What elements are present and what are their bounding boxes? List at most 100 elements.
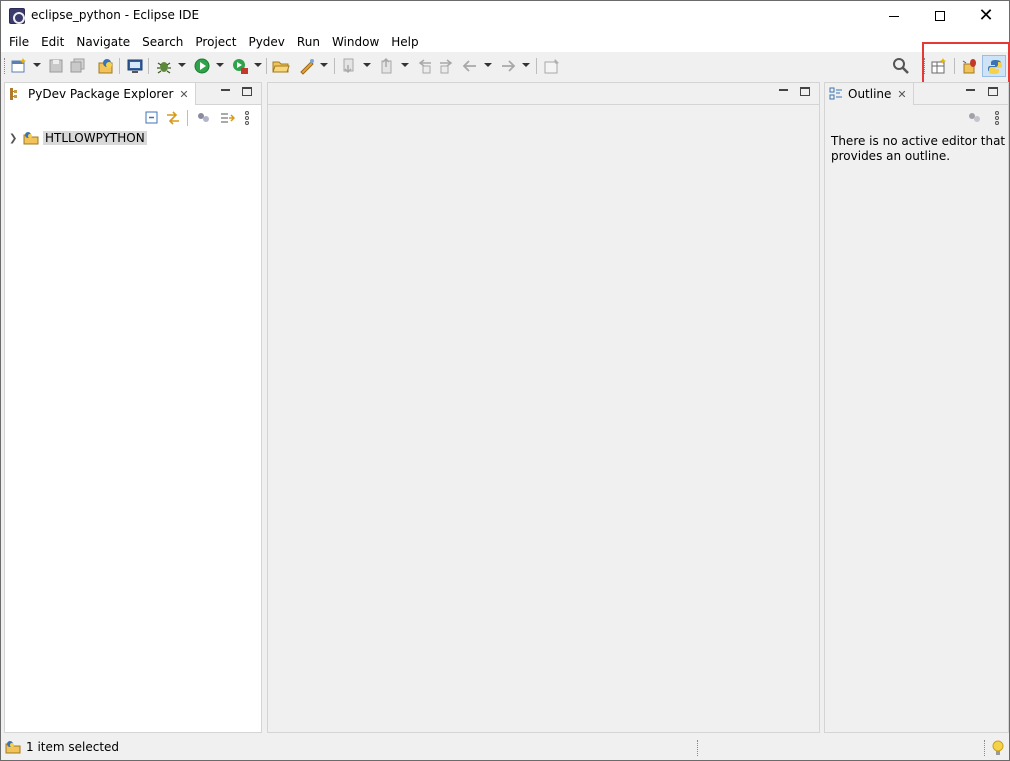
menu-window[interactable]: Window — [326, 35, 385, 49]
outline-empty-message: There is no active editor that provides … — [831, 134, 1006, 163]
open-folder-icon[interactable] — [272, 57, 290, 75]
outline-icon — [829, 87, 842, 100]
debug-perspective-icon[interactable] — [961, 57, 979, 75]
close-tab-icon[interactable]: ✕ — [179, 88, 188, 101]
save-all-icon[interactable] — [69, 57, 87, 75]
menu-bar: File Edit Navigate Search Project Pydev … — [1, 31, 1009, 52]
external-tools-dropdown-arrow[interactable] — [254, 63, 262, 67]
new-pydev-project-icon[interactable] — [97, 57, 115, 75]
run-icon[interactable] — [193, 57, 211, 75]
edit-dropdown-arrow[interactable] — [320, 63, 328, 67]
minimize-view-icon[interactable] — [221, 89, 230, 91]
menu-run[interactable]: Run — [291, 35, 326, 49]
outline-tab-label: Outline — [848, 87, 892, 101]
forward-history-icon[interactable] — [438, 57, 456, 75]
new-dropdown-arrow[interactable] — [33, 63, 41, 67]
previous-annotation-dropdown-arrow[interactable] — [401, 63, 409, 67]
maximize-icon — [935, 11, 945, 21]
status-grip[interactable] — [697, 740, 699, 756]
eclipse-window: eclipse_python - Eclipse IDE ✕ File Edit… — [0, 0, 1010, 761]
new-icon[interactable] — [10, 57, 28, 75]
maximize-view-icon[interactable] — [988, 87, 998, 96]
forward-dropdown-arrow[interactable] — [522, 63, 530, 67]
project-label: HTLLOWPYTHON — [43, 131, 147, 145]
toolbar-separator — [536, 58, 537, 74]
search-icon[interactable] — [892, 57, 910, 75]
debug-icon[interactable] — [155, 57, 173, 75]
run-dropdown-arrow[interactable] — [216, 63, 224, 67]
outline-view: Outline ✕ There is no active editor that… — [824, 82, 1009, 733]
minimize-view-icon[interactable] — [966, 89, 975, 91]
menu-file[interactable]: File — [3, 35, 35, 49]
last-edit-icon[interactable] — [415, 57, 433, 75]
view-menu-icon[interactable] — [243, 110, 251, 126]
minimize-icon — [889, 15, 899, 17]
close-tab-icon[interactable]: ✕ — [897, 88, 906, 101]
status-bar: 1 item selected — [1, 735, 1009, 760]
previous-annotation-icon[interactable] — [378, 57, 396, 75]
maximize-button[interactable] — [917, 1, 963, 31]
toolbar-separator — [334, 58, 335, 74]
edit-icon[interactable] — [298, 57, 316, 75]
package-explorer-tab-label: PyDev Package Explorer — [28, 87, 174, 101]
view-toolbar-separator — [187, 110, 188, 126]
minimize-editor-icon[interactable] — [779, 89, 788, 91]
window-title: eclipse_python - Eclipse IDE — [31, 8, 200, 22]
package-explorer-tabbar: PyDev Package Explorer ✕ — [5, 83, 261, 105]
tree-item-project[interactable]: ❯ HTLLOWPYTHON — [9, 129, 147, 147]
terminal-icon[interactable] — [126, 57, 144, 75]
editor-tabbar — [268, 83, 819, 105]
python-project-icon — [5, 741, 21, 754]
filter-icon[interactable] — [196, 110, 212, 126]
next-annotation-icon[interactable] — [340, 57, 358, 75]
collapse-all-icon[interactable] — [144, 110, 160, 126]
back-dropdown-arrow[interactable] — [484, 63, 492, 67]
focus-icon[interactable] — [219, 110, 235, 126]
menu-edit[interactable]: Edit — [35, 35, 70, 49]
status-text: 1 item selected — [26, 740, 120, 754]
save-icon[interactable] — [47, 57, 65, 75]
tab-outline[interactable]: Outline ✕ — [825, 83, 914, 105]
menu-search[interactable]: Search — [136, 35, 189, 49]
title-bar: eclipse_python - Eclipse IDE ✕ — [1, 1, 1009, 31]
menu-help[interactable]: Help — [385, 35, 424, 49]
next-annotation-dropdown-arrow[interactable] — [363, 63, 371, 67]
package-explorer-icon — [10, 88, 17, 100]
eclipse-app-icon — [9, 8, 25, 24]
main-toolbar — [1, 52, 1009, 80]
lightbulb-icon[interactable] — [991, 739, 1005, 757]
package-explorer-toolbar — [5, 107, 261, 129]
external-tools-icon[interactable] — [231, 57, 249, 75]
toolbar-separator — [954, 58, 955, 74]
link-with-editor-icon[interactable] — [165, 110, 181, 126]
outline-tabbar: Outline ✕ — [825, 83, 1008, 105]
open-perspective-icon[interactable] — [930, 57, 948, 75]
python-perspective-icon — [988, 60, 1002, 74]
editor-area — [267, 82, 820, 733]
view-menu-icon[interactable] — [993, 110, 1001, 126]
menu-project[interactable]: Project — [189, 35, 242, 49]
expand-chevron-icon[interactable]: ❯ — [9, 133, 19, 144]
python-perspective-button[interactable] — [982, 55, 1006, 77]
python-project-icon — [23, 132, 39, 145]
toolbar-separator — [119, 58, 120, 74]
perspective-grip[interactable] — [924, 58, 926, 74]
toolbar-grip[interactable] — [4, 58, 6, 74]
maximize-view-icon[interactable] — [242, 87, 252, 96]
maximize-editor-icon[interactable] — [800, 87, 810, 96]
toolbar-separator — [148, 58, 149, 74]
close-icon: ✕ — [978, 5, 994, 26]
package-explorer-view: PyDev Package Explorer ✕ ❯ HTLLOWPYTHON — [4, 82, 262, 733]
menu-pydev[interactable]: Pydev — [242, 35, 290, 49]
close-button[interactable]: ✕ — [963, 1, 1009, 31]
status-grip[interactable] — [984, 740, 986, 756]
toolbar-separator — [266, 58, 267, 74]
debug-dropdown-arrow[interactable] — [178, 63, 186, 67]
pin-editor-icon[interactable] — [543, 57, 561, 75]
back-icon[interactable] — [461, 57, 479, 75]
forward-icon[interactable] — [499, 57, 517, 75]
tab-package-explorer[interactable]: PyDev Package Explorer ✕ — [5, 83, 196, 105]
filter-icon[interactable] — [967, 110, 983, 126]
menu-navigate[interactable]: Navigate — [70, 35, 136, 49]
minimize-button[interactable] — [871, 1, 917, 31]
